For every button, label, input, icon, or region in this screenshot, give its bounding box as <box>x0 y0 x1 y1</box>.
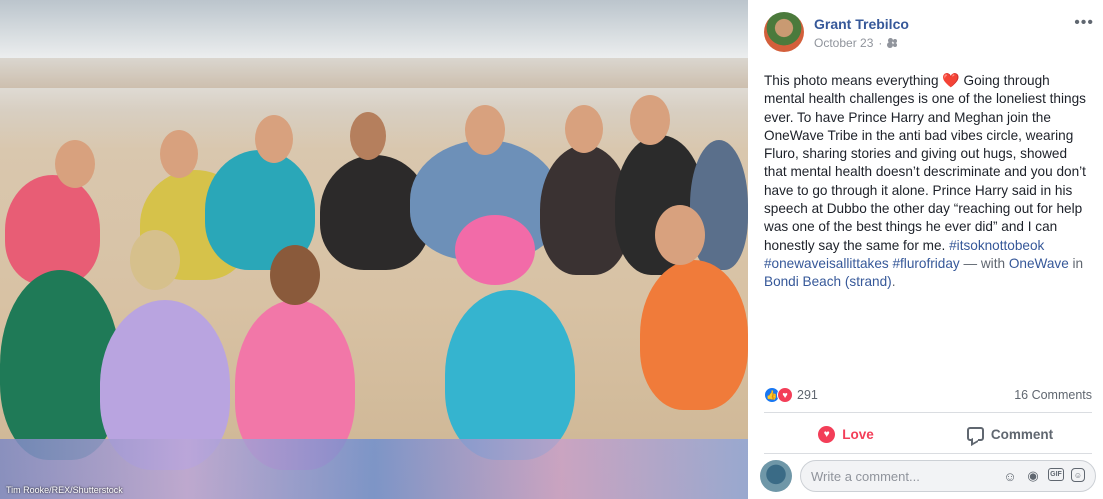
comment-button[interactable]: Comment <box>928 416 1092 452</box>
heart-icon: ♥ <box>818 425 836 443</box>
post-date[interactable]: October 23 <box>814 36 873 50</box>
camera-icon[interactable]: ◉ <box>1025 468 1041 484</box>
post-header: Grant Trebilco October 23 · ••• <box>764 12 1094 54</box>
sticker-icon[interactable]: ☺ <box>1071 468 1085 482</box>
photo-credit: Tim Rooke/REX/Shutterstock <box>6 485 123 495</box>
emoji-icon[interactable]: ☺ <box>1002 468 1018 484</box>
person-tutu-head <box>130 230 180 290</box>
author-name[interactable]: Grant Trebilco <box>814 16 909 32</box>
person-1-head <box>55 140 95 188</box>
author-avatar[interactable] <box>764 12 804 52</box>
comment-input[interactable]: Write a comment... ☺ ◉ GIF ☺ <box>800 460 1096 492</box>
post-text: This photo means everything ❤️ Going thr… <box>764 72 1086 290</box>
tagged-page-link[interactable]: OneWave <box>1009 256 1069 271</box>
divider <box>764 453 1092 454</box>
viewer-avatar <box>760 460 792 492</box>
love-reaction-icon[interactable]: ♥ <box>777 387 793 403</box>
person-1 <box>5 175 100 285</box>
gif-icon[interactable]: GIF <box>1048 468 1064 481</box>
love-button[interactable]: ♥ Love <box>764 416 928 452</box>
comment-tools: ☺ ◉ GIF ☺ <box>1002 468 1085 484</box>
person-3-head <box>255 115 293 163</box>
person-blue-head <box>455 215 535 285</box>
person-7-head <box>630 95 670 145</box>
person-4-head <box>350 112 386 160</box>
person-2-head <box>160 130 198 178</box>
more-options-icon[interactable]: ••• <box>1074 14 1094 32</box>
location-link[interactable]: Bondi Beach (strand) <box>764 274 892 289</box>
reactions-bar: 👍 ♥ 291 16 Comments <box>764 386 1092 404</box>
post-sidebar: Grant Trebilco October 23 · ••• This pho… <box>748 0 1103 499</box>
comment-composer: Write a comment... ☺ ◉ GIF ☺ <box>760 460 1096 492</box>
love-label: Love <box>842 426 874 442</box>
friends-icon[interactable] <box>887 38 899 48</box>
shoreline <box>0 58 748 88</box>
person-6-head <box>565 105 603 153</box>
post-meta: October 23 · <box>814 36 899 50</box>
person-orange-head <box>655 205 705 265</box>
person-pink-head <box>270 245 320 305</box>
person-orange <box>640 260 748 410</box>
divider <box>764 412 1092 413</box>
comments-count[interactable]: 16 Comments <box>1014 388 1092 402</box>
post-photo[interactable]: Tim Rooke/REX/Shutterstock <box>0 0 748 499</box>
comment-icon <box>966 427 984 441</box>
comment-label: Comment <box>990 426 1054 442</box>
ocean-wave <box>0 0 748 60</box>
person-blue <box>445 290 575 460</box>
person-5-head <box>465 105 505 155</box>
comment-placeholder: Write a comment... <box>811 468 920 484</box>
heart-emoji-icon: ❤️ <box>942 72 960 88</box>
reaction-count[interactable]: 291 <box>797 388 818 402</box>
action-bar: ♥ Love Comment <box>764 416 1092 452</box>
